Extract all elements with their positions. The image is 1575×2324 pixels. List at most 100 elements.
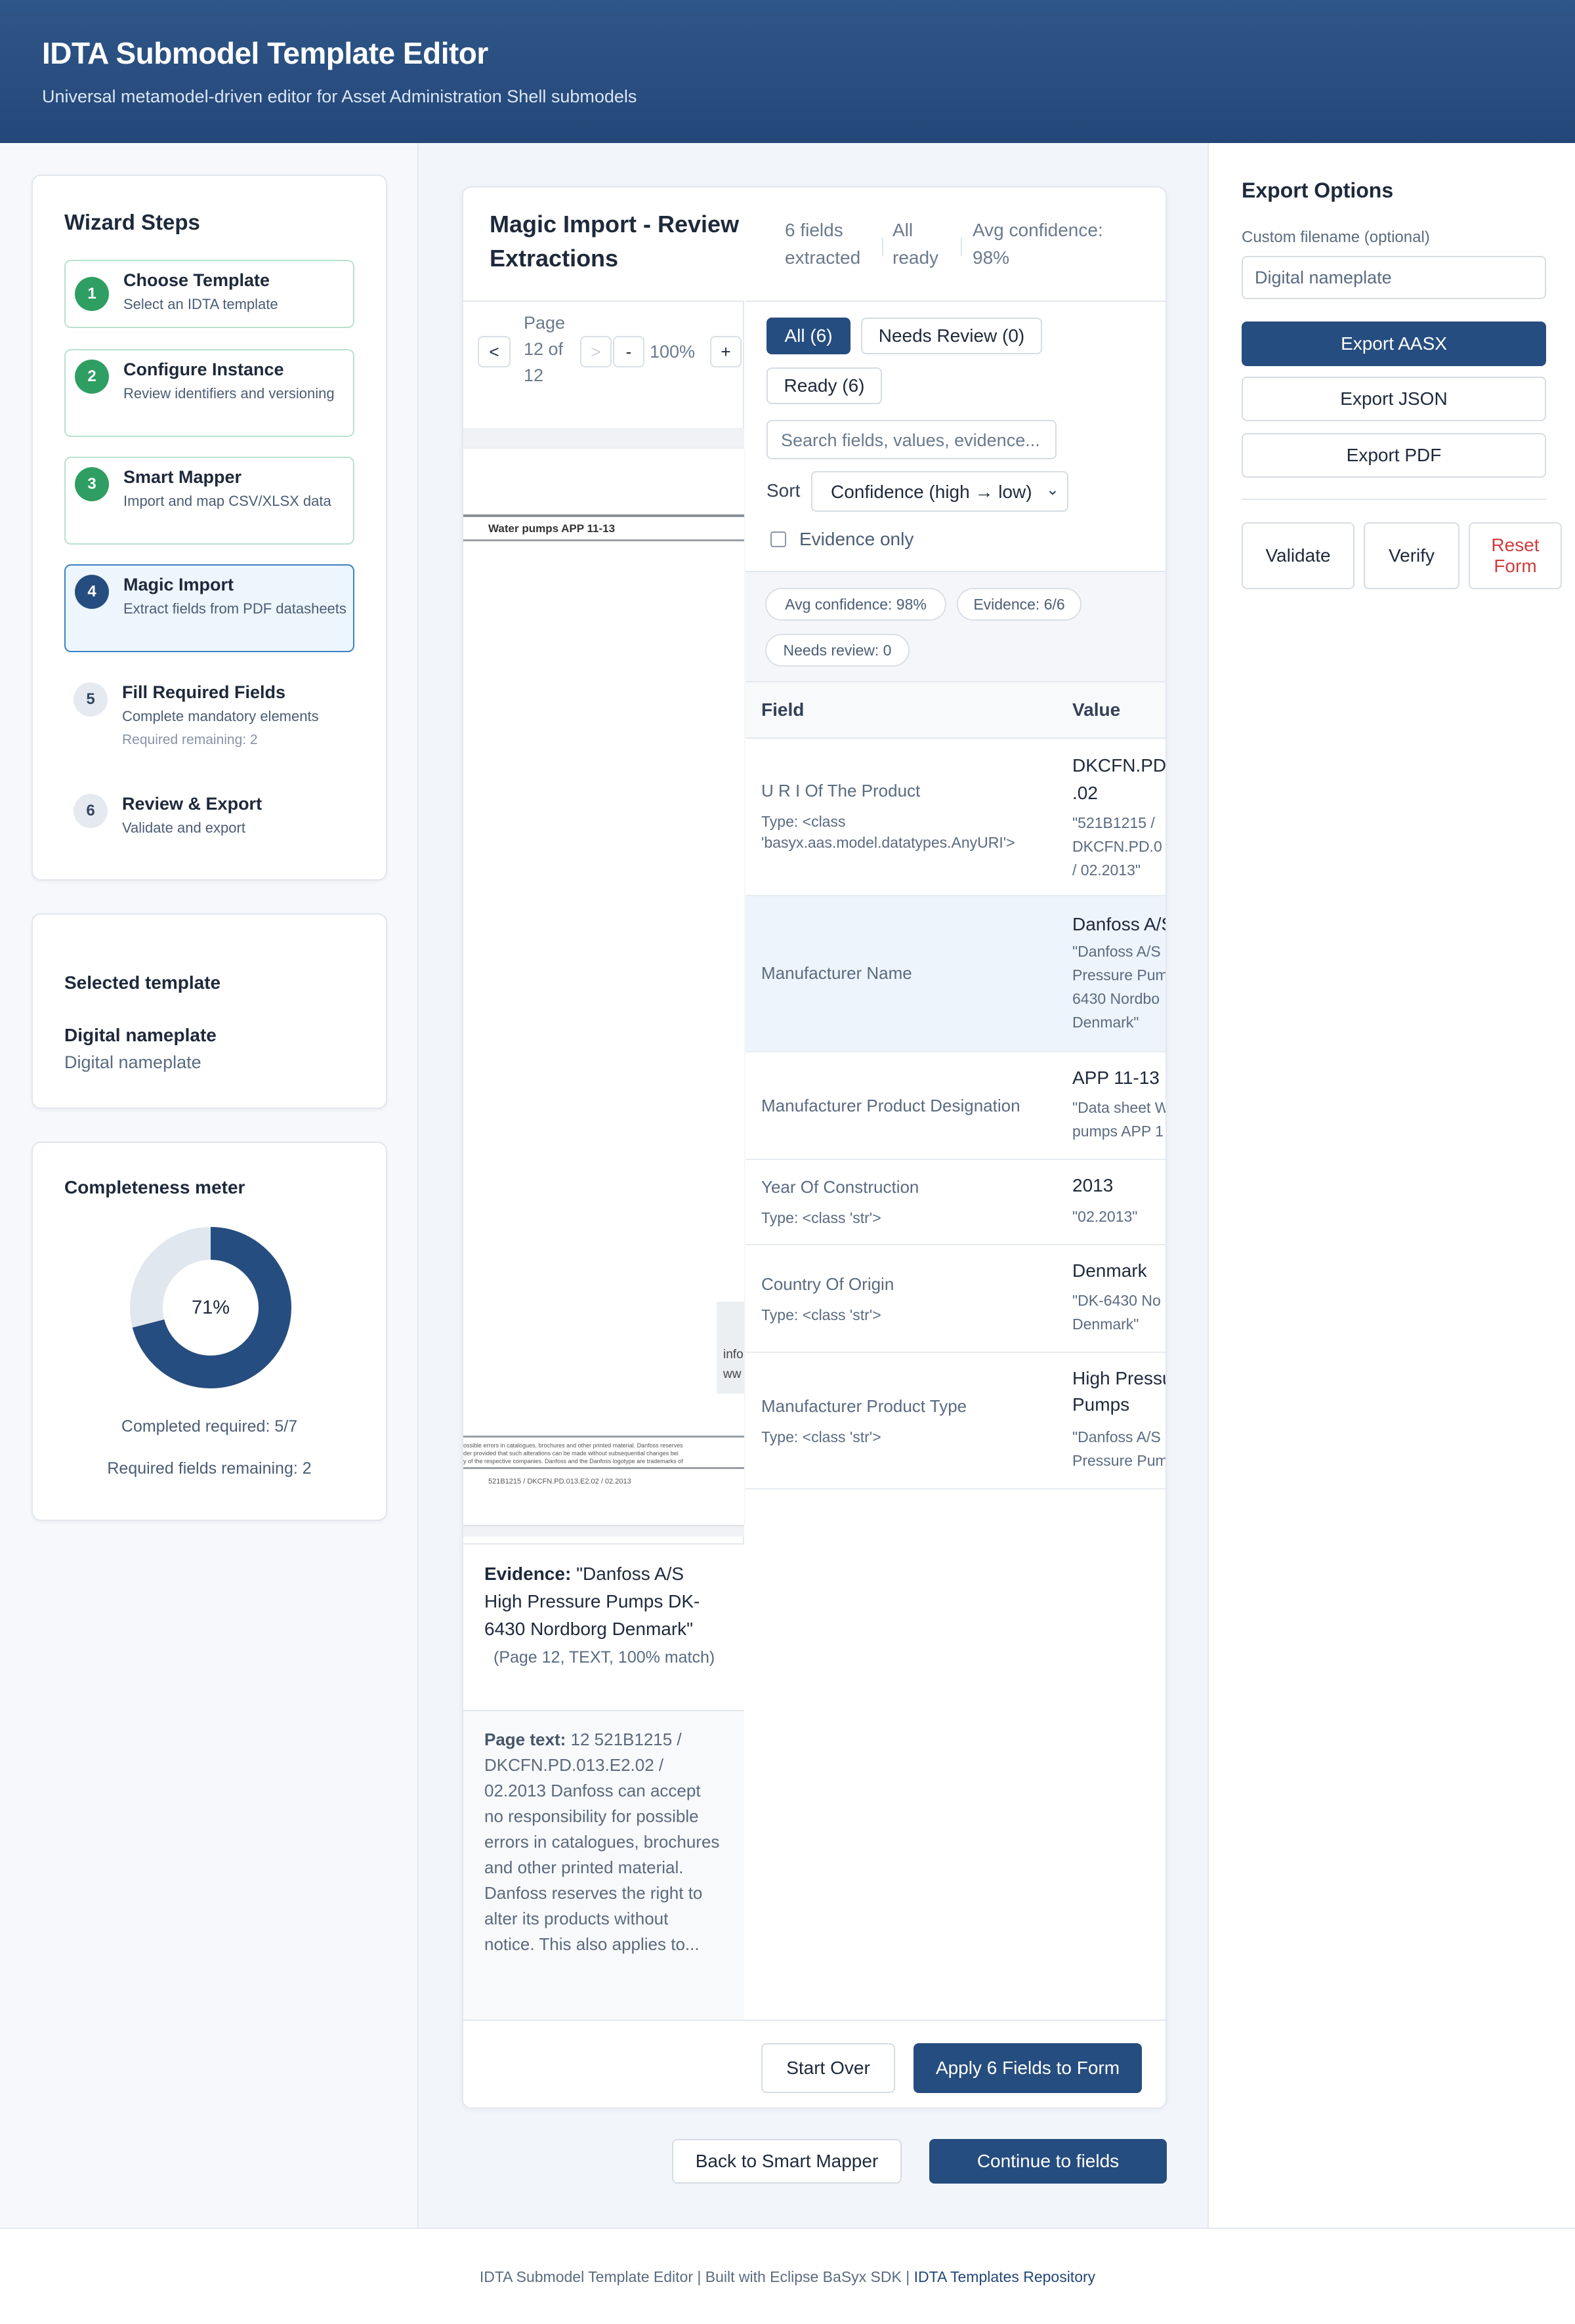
selected-template-name: Digital nameplate (64, 1025, 217, 1045)
next-page-button[interactable]: > (580, 336, 612, 367)
step-number: 2 (75, 360, 109, 394)
export-divider (1242, 499, 1546, 500)
export-sidebar: Export Options Custom filename (optional… (1208, 143, 1575, 2228)
step-description: Complete mandatory elements (122, 708, 319, 724)
field-quote: Denmark" (1072, 1014, 1139, 1031)
evidence-only-label: Evidence only (799, 529, 914, 549)
table-row[interactable]: Year Of Construction Type: <class 'str'>… (746, 1160, 1166, 1245)
step-description: Import and map CSV/XLSX data (123, 493, 331, 509)
table-header: Field Value (746, 682, 1166, 739)
step-number: 3 (75, 467, 109, 501)
field-quote: DKCFN.PD.0 (1072, 838, 1162, 855)
doc-footer-rule (463, 1467, 744, 1469)
magic-import-panel: Magic Import - Review Extractions 6 fiel… (462, 186, 1167, 2109)
filter-ready-button[interactable]: Ready (6) (766, 367, 882, 404)
field-quote: pumps APP 1 (1072, 1123, 1164, 1140)
doc-footer-rule (463, 1436, 744, 1438)
step-required-remaining: Required remaining: 2 (122, 732, 258, 747)
search-input[interactable]: Search fields, values, evidence... (766, 420, 1057, 459)
stat-divider (882, 238, 883, 256)
apply-fields-button[interactable]: Apply 6 Fields to Form (914, 2043, 1142, 2093)
step-description: Validate and export (122, 820, 245, 836)
import-actions-bar: Start Over Apply 6 Fields to Form (463, 2020, 1166, 2107)
doc-fine-print: y of the respective companies. Danfoss a… (463, 1458, 683, 1464)
validate-button[interactable]: Validate (1242, 522, 1354, 589)
main-content: Magic Import - Review Extractions 6 fiel… (420, 143, 1208, 2228)
field-value: APP 11-13 (1072, 1068, 1160, 1088)
page-total: 12 (524, 365, 544, 385)
field-quote: "Danfoss A/S (1072, 1428, 1161, 1445)
wizard-title: Wizard Steps (64, 210, 200, 234)
field-column-header: Field (761, 699, 805, 720)
doc-fine-print: ossible errors in catalogues, brochures … (463, 1442, 683, 1449)
app-header: IDTA Submodel Template Editor Universal … (0, 0, 1575, 143)
review-pane: All (6) Needs Review (0) Ready (6) Searc… (746, 301, 1167, 2020)
pdf-viewer: < Page 12 of 12 > - 100% + Water pumps A… (463, 301, 744, 2021)
wizard-step-smart-mapper[interactable]: 3 Smart Mapper Import and map CSV/XLSX d… (64, 457, 354, 545)
page-number: 12 of (524, 339, 564, 359)
step-title: Fill Required Fields (122, 682, 286, 702)
pdf-page-render: Water pumps APP 11-13 info ww ossible er… (463, 449, 744, 1525)
step-number: 5 (74, 682, 108, 716)
doc-heading: Water pumps APP 11-13 (488, 522, 616, 535)
filter-needs-review-button[interactable]: Needs Review (0) (861, 318, 1042, 354)
zoom-in-button[interactable]: + (710, 336, 742, 367)
field-value: Pumps (1072, 1394, 1130, 1415)
fields-extracted-stat: 6 fields extracted (785, 220, 861, 268)
sort-select[interactable]: Confidence (high → low) ⌄ (811, 471, 1068, 512)
left-sidebar: Wizard Steps 1 Choose Template Select an… (0, 143, 419, 2228)
reset-form-button[interactable]: Reset Form (1469, 522, 1562, 589)
sort-label: Sort (766, 480, 801, 501)
page-footer: IDTA Submodel Template Editor | Built wi… (0, 2228, 1575, 2324)
zoom-level: 100% (650, 342, 696, 362)
wizard-step-configure-instance[interactable]: 2 Configure Instance Review identifiers … (64, 349, 354, 437)
avg-confidence-stat: Avg confidence: 98% (973, 220, 1103, 268)
field-value: Danfoss A/S (1072, 914, 1167, 934)
wizard-step-magic-import[interactable]: 4 Magic Import Extract fields from PDF d… (64, 564, 354, 652)
page-text-content: 12 521B1215 / DKCFN.PD.013.E2.02 / 02.20… (484, 1730, 720, 1954)
prev-page-button[interactable]: < (478, 336, 511, 367)
evidence-chip: Evidence: 6/6 (957, 588, 1082, 621)
evidence-only-checkbox[interactable] (770, 531, 786, 547)
continue-to-fields-button[interactable]: Continue to fields (929, 2139, 1167, 2184)
page-label: Page (524, 313, 566, 333)
sort-select-value: Confidence (high → low) (831, 482, 1032, 502)
pdf-page-area[interactable]: Water pumps APP 11-13 info ww ossible er… (463, 428, 744, 1537)
field-value: High Pressu (1072, 1368, 1167, 1388)
field-quote: Pressure Pum (1072, 1452, 1167, 1469)
wizard-card: Wizard Steps 1 Choose Template Select an… (32, 175, 387, 881)
doc-code: 521B1215 / DKCFN.PD.013.E2.02 / 02.2013 (488, 1478, 631, 1485)
table-row[interactable]: Country Of Origin Type: <class 'str'> De… (746, 1245, 1166, 1353)
export-pdf-button[interactable]: Export PDF (1242, 433, 1546, 478)
verify-button[interactable]: Verify (1364, 522, 1460, 589)
filename-label: Custom filename (optional) (1242, 228, 1430, 246)
field-name: Country Of Origin (761, 1274, 894, 1294)
step-title: Choose Template (123, 270, 270, 290)
field-quote: "521B1215 / (1072, 814, 1155, 831)
wizard-step-choose-template[interactable]: 1 Choose Template Select an IDTA templat… (64, 260, 354, 328)
export-json-button[interactable]: Export JSON (1242, 377, 1546, 421)
filename-input[interactable]: Digital nameplate (1242, 256, 1546, 299)
field-quote: / 02.2013" (1072, 861, 1141, 879)
table-row[interactable]: Manufacturer Product Type Type: <class '… (746, 1353, 1167, 1489)
table-row[interactable]: U R I Of The Product Type: <class 'basyx… (746, 739, 1166, 896)
field-type: Type: <class 'str'> (761, 1209, 881, 1226)
value-column-header: Value (1072, 699, 1121, 720)
export-aasx-button[interactable]: Export AASX (1242, 322, 1546, 366)
app-title: IDTA Submodel Template Editor (42, 36, 488, 70)
wizard-step-review-export[interactable]: 6 Review & Export Validate and export (64, 785, 354, 850)
evidence-box: Evidence: "Danfoss A/S High Pressure Pum… (463, 1543, 744, 1710)
zoom-out-button[interactable]: - (613, 336, 644, 367)
back-to-smart-mapper-button[interactable]: Back to Smart Mapper (672, 2139, 902, 2184)
start-over-button[interactable]: Start Over (761, 2043, 895, 2093)
field-name: Manufacturer Product Type (761, 1396, 967, 1416)
filter-all-button[interactable]: All (6) (766, 318, 850, 354)
required-remaining-text: Required fields remaining: 2 (107, 1459, 312, 1478)
table-row[interactable]: Manufacturer Name Danfoss A/S "Danfoss A… (746, 896, 1167, 1052)
chevron-down-icon: ⌄ (1045, 481, 1059, 499)
idta-templates-link[interactable]: IDTA Templates Repository (914, 2268, 1096, 2285)
selected-template-card: Selected template Digital nameplate Digi… (32, 913, 387, 1109)
table-row[interactable]: Manufacturer Product Designation APP 11-… (746, 1052, 1166, 1160)
wizard-step-fill-required[interactable]: 5 Fill Required Fields Complete mandator… (64, 673, 354, 761)
doc-side-text: ww (723, 1367, 742, 1381)
